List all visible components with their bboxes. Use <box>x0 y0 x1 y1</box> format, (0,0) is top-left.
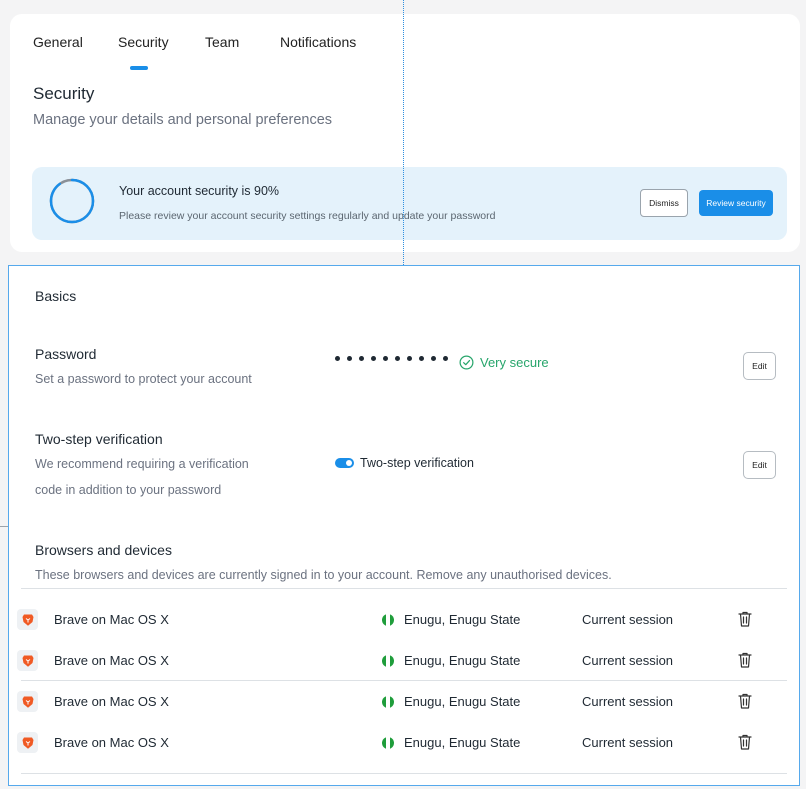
nigeria-flag-icon <box>382 737 394 749</box>
brave-browser-icon <box>17 650 38 671</box>
brave-browser-icon <box>17 691 38 712</box>
device-location: Enugu, Enugu State <box>404 694 521 709</box>
divider <box>21 588 787 589</box>
check-circle-icon <box>459 355 474 370</box>
tab-notifications[interactable]: Notifications <box>280 34 356 50</box>
nigeria-flag-icon <box>382 696 394 708</box>
page-subtitle: Manage your details and personal prefere… <box>33 112 333 128</box>
nigeria-flag-icon <box>382 655 394 667</box>
two-step-toggle[interactable]: Two-step verification <box>335 456 474 470</box>
dismiss-button[interactable]: Dismiss <box>640 189 688 217</box>
device-name: Brave on Mac OS X <box>54 694 169 709</box>
device-session: Current session <box>582 694 674 709</box>
guide-line <box>403 0 404 265</box>
password-mask-dot <box>395 356 400 361</box>
password-mask-dot <box>371 356 376 361</box>
device-name: Brave on Mac OS X <box>54 735 169 750</box>
brave-browser-icon <box>17 609 38 630</box>
edge-tick <box>0 526 8 527</box>
security-score-ring <box>49 178 95 224</box>
page-title: Security <box>33 84 95 103</box>
trash-icon[interactable] <box>737 692 753 710</box>
active-tab-indicator <box>130 66 148 70</box>
device-session: Current session <box>582 653 674 668</box>
password-mask-dot <box>383 356 388 361</box>
edit-password-button[interactable]: Edit <box>743 352 776 380</box>
password-mask-dot <box>359 356 364 361</box>
password-mask-dot <box>431 356 436 361</box>
device-session: Current session <box>582 612 674 627</box>
tab-team[interactable]: Team <box>205 34 239 50</box>
trash-icon[interactable] <box>737 610 753 628</box>
devices-description: These browsers and devices are currently… <box>35 568 612 582</box>
password-title: Password <box>35 346 97 362</box>
basics-title: Basics <box>35 288 77 304</box>
two-step-description-line2: code in addition to your password <box>35 483 222 497</box>
tab-general[interactable]: General <box>33 34 83 50</box>
device-location: Enugu, Enugu State <box>404 735 521 750</box>
trash-icon[interactable] <box>737 733 753 751</box>
device-name: Brave on Mac OS X <box>54 653 169 668</box>
password-description: Set a password to protect your account <box>35 372 252 386</box>
two-step-description-line1: We recommend requiring a verification <box>35 457 249 471</box>
security-score-subtitle: Please review your account security sett… <box>119 210 496 222</box>
basics-panel: Basics Password Set a password to protec… <box>8 265 800 786</box>
password-mask-dot <box>335 356 340 361</box>
nigeria-flag-icon <box>382 614 394 626</box>
brave-browser-icon <box>17 732 38 753</box>
device-row: Brave on Mac OS X Enugu, Enugu State Cur… <box>9 605 799 635</box>
two-step-title: Two-step verification <box>35 431 163 447</box>
password-mask-dot <box>407 356 412 361</box>
security-score-title: Your account security is 90% <box>119 184 280 198</box>
password-strength-label: Very secure <box>480 355 549 370</box>
password-mask-dot <box>347 356 352 361</box>
security-header-card: General Security Team Notifications Secu… <box>10 14 800 252</box>
toggle-switch[interactable] <box>335 458 354 468</box>
divider <box>21 680 787 681</box>
two-step-toggle-label: Two-step verification <box>360 456 474 470</box>
password-mask-dot <box>419 356 424 361</box>
device-session: Current session <box>582 735 674 750</box>
device-row: Brave on Mac OS X Enugu, Enugu State Cur… <box>9 646 799 676</box>
device-location: Enugu, Enugu State <box>404 653 521 668</box>
devices-title: Browsers and devices <box>35 542 172 558</box>
password-masked-value <box>335 356 448 361</box>
security-score-banner: Your account security is 90% Please revi… <box>32 167 787 240</box>
password-mask-dot <box>443 356 448 361</box>
device-row: Brave on Mac OS X Enugu, Enugu State Cur… <box>9 728 799 758</box>
password-strength: Very secure <box>459 355 549 370</box>
divider <box>21 773 787 774</box>
edit-two-step-button[interactable]: Edit <box>743 451 776 479</box>
device-location: Enugu, Enugu State <box>404 612 521 627</box>
device-name: Brave on Mac OS X <box>54 612 169 627</box>
tab-security[interactable]: Security <box>118 34 169 50</box>
device-row: Brave on Mac OS X Enugu, Enugu State Cur… <box>9 687 799 717</box>
trash-icon[interactable] <box>737 651 753 669</box>
review-security-button[interactable]: Review security <box>699 190 773 216</box>
